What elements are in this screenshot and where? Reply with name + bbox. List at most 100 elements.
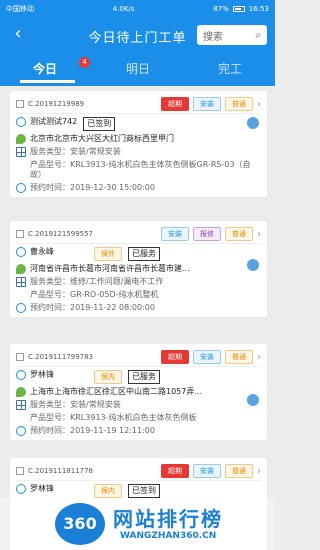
clock-icon (16, 183, 26, 193)
grid-icon (16, 147, 26, 157)
customer-name: 罗林锋 (30, 484, 54, 493)
search-placeholder: 搜索 (203, 31, 223, 43)
clock-icon (16, 303, 26, 313)
appointment-time: 预约时间：2019-12-30 15:00:00 (30, 183, 155, 192)
edit-icon[interactable] (247, 259, 259, 271)
tab-completed[interactable]: 完工 (200, 60, 260, 77)
order-code: C.2019111811778 (28, 467, 94, 475)
card-header: C.2019111811778 超期 安装 普通 › (16, 462, 261, 481)
select-checkbox[interactable] (16, 467, 24, 475)
service-row: 服务类型：安装/常规安装 (16, 147, 261, 157)
time-row: 预约时间：2019-12-30 15:00:00 (16, 183, 261, 193)
time-row: 预约时间：2019-11-19 12:11:00 (16, 426, 261, 436)
tab-tomorrow[interactable]: 明日 (108, 60, 168, 77)
clock-icon (16, 426, 26, 436)
watermark-url: WANGZHAN360.CN (120, 531, 217, 541)
tab-indicator (20, 80, 75, 83)
tag-normal: 普通 (225, 227, 253, 241)
user-icon (16, 117, 26, 127)
service-row: 服务类型：维修/工作问题/漏电不工作 (16, 277, 261, 287)
product-model: 产品型号：KRL3913-纯水机白色主体灰色侧板 (30, 413, 197, 422)
order-card[interactable]: C.2019111799783 超期 安装 普通 › 罗林锋 保内 已服务 上海… (10, 344, 267, 440)
chevron-right-icon[interactable]: › (257, 466, 261, 477)
warranty-tag: 保内 (94, 370, 122, 384)
status-stamp: 已服务 (128, 247, 160, 261)
card-header: C.2019121599557 安装 报修 普通 › (16, 225, 261, 244)
address: 河南省许昌市长葛市河南省许昌市长葛市建... (30, 264, 190, 273)
service-row: 服务类型：安装/常规安装 (16, 400, 261, 410)
app-bar: ‹ 今日待上门工单 搜索 ⌕ (0, 18, 275, 52)
select-checkbox[interactable] (16, 100, 24, 108)
network-speed: 4.0K/s (112, 5, 135, 13)
watermark-text: 网站排行榜 (113, 507, 223, 531)
tag-overdue: 超期 (161, 464, 189, 478)
tag-normal: 普通 (225, 464, 253, 478)
location-icon (16, 264, 26, 274)
edit-icon[interactable] (247, 117, 259, 129)
chevron-right-icon[interactable]: › (257, 229, 261, 240)
customer-row: 曹永峰 保外 已服务 (16, 247, 261, 261)
tag-install: 安装 (161, 227, 189, 241)
warranty-tag: 保外 (94, 247, 122, 261)
service-type: 服务类型：安装/常规安装 (30, 400, 121, 409)
customer-row: 罗林锋 保内 已服务 (16, 370, 261, 384)
chevron-right-icon[interactable]: › (257, 99, 261, 110)
tab-today-badge: 4 (79, 57, 90, 68)
chevron-right-icon[interactable]: › (257, 352, 261, 363)
card-header: C.20191219989 超期 安装 普通 › (16, 95, 261, 114)
customer-row: 罗林锋 保内 已签到 (16, 484, 261, 498)
battery-icon (232, 6, 245, 12)
tag-install: 安装 (193, 350, 221, 364)
grid-icon (16, 400, 26, 410)
select-checkbox[interactable] (16, 230, 24, 238)
battery-level: 87% (213, 5, 229, 13)
order-list[interactable]: C.20191219989 超期 安装 普通 › 测试测试742 已签到 北京市… (0, 86, 275, 550)
search-input[interactable]: 搜索 ⌕ (197, 25, 267, 45)
search-icon: ⌕ (255, 29, 261, 41)
product-row: 产品型号：KRL3913-纯水机白色主体灰色侧板 (16, 413, 261, 423)
tag-normal: 普通 (225, 97, 253, 111)
customer-name: 曹永峰 (30, 247, 54, 256)
tag-install: 安装 (193, 464, 221, 478)
tab-today[interactable]: 今日 (15, 60, 75, 77)
user-icon (16, 247, 26, 257)
product-row: 产品型号：GR-RO-05D-纯水机整机 (16, 290, 261, 300)
status-bar: 中国移动 4.0K/s 87% 16:53 (0, 0, 275, 18)
tag-overdue: 超期 (161, 97, 189, 111)
service-type: 服务类型：安装/常规安装 (30, 147, 121, 156)
customer-name: 罗林锋 (30, 370, 54, 379)
tag-normal: 普通 (225, 350, 253, 364)
order-card[interactable]: C.2019121599557 安装 报修 普通 › 曹永峰 保外 已服务 河南… (10, 221, 267, 317)
tag-overdue: 超期 (161, 350, 189, 364)
grid-icon (16, 277, 26, 287)
address: 北京市北京市大兴区大红门商标西里甲门 (30, 134, 174, 143)
status-stamp: 已服务 (128, 370, 160, 384)
address: 上海市上海市徐汇区徐汇区中山南二路1057弄... (30, 387, 202, 396)
edit-icon[interactable] (247, 394, 259, 406)
user-icon (16, 484, 26, 494)
location-icon (16, 387, 26, 397)
tag-repair: 报修 (193, 227, 221, 241)
clock: 16:53 (248, 5, 269, 13)
watermark-logo: 360 (55, 503, 105, 545)
service-type: 服务类型：维修/工作问题/漏电不工作 (30, 277, 164, 286)
product-model: 产品型号：GR-RO-05D-纯水机整机 (30, 290, 159, 299)
select-checkbox[interactable] (16, 353, 24, 361)
warranty-tag: 保内 (94, 484, 122, 498)
status-stamp: 已签到 (128, 484, 160, 498)
product-row: 产品型号：KRL3913-纯水机白色主体灰色侧板GR-R5-03（自故） (16, 160, 261, 180)
product-model: 产品型号：KRL3913-纯水机白色主体灰色侧板GR-R5-03（自故） (30, 160, 251, 179)
address-row: 上海市上海市徐汇区徐汇区中山南二路1057弄... (16, 387, 261, 397)
address-row: 北京市北京市大兴区大红门商标西里甲门 (16, 134, 261, 144)
location-icon (16, 134, 26, 144)
order-code: C.2019121599557 (28, 230, 94, 238)
order-card[interactable]: C.20191219989 超期 安装 普通 › 测试测试742 已签到 北京市… (10, 91, 267, 197)
appointment-time: 预约时间：2019-11-22 08:00:00 (30, 303, 155, 312)
address-row: 河南省许昌市长葛市河南省许昌市长葛市建... (16, 264, 261, 274)
tag-install: 安装 (193, 97, 221, 111)
customer-name: 测试测试742 (30, 117, 78, 126)
customer-row: 测试测试742 已签到 (16, 117, 261, 131)
card-header: C.2019111799783 超期 安装 普通 › (16, 348, 261, 367)
time-row: 预约时间：2019-11-22 08:00:00 (16, 303, 261, 313)
appointment-time: 预约时间：2019-11-19 12:11:00 (30, 426, 155, 435)
